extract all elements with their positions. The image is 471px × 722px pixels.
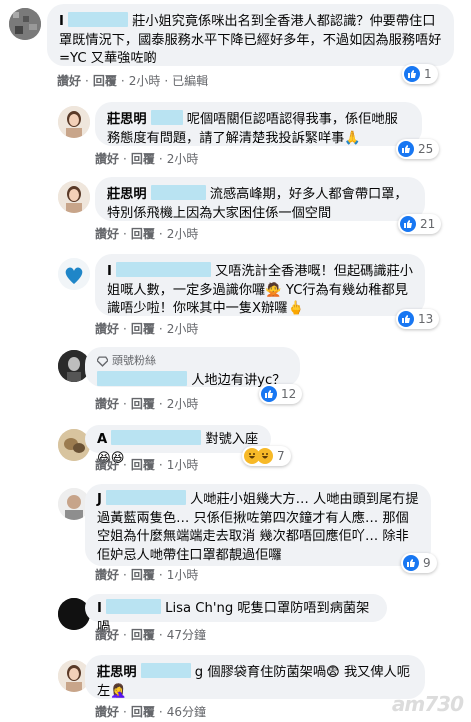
comment-actions: 讚好 · 回覆 · 1小時 bbox=[95, 458, 199, 472]
comment-actions: 讚好 · 回覆 · 47分鐘 bbox=[95, 628, 206, 642]
timestamp[interactable]: 1小時 bbox=[167, 568, 199, 582]
author-name[interactable]: J bbox=[97, 492, 102, 507]
timestamp[interactable]: 2小時 bbox=[167, 397, 199, 411]
comment-actions: 讚好 · 回覆 · 1小時 bbox=[95, 568, 199, 582]
author-name[interactable]: 莊思明 bbox=[107, 187, 147, 202]
reaction-count[interactable]: 21 bbox=[398, 214, 442, 234]
comment-bubble: 莊思明 流感高峰期，好多人都會帶口罩，特別係飛機上因為大家困住係一個空間 bbox=[95, 177, 425, 221]
haha-icon bbox=[257, 448, 273, 464]
like-button[interactable]: 讚好 bbox=[95, 322, 119, 336]
avatar[interactable] bbox=[9, 8, 41, 40]
like-icon bbox=[261, 386, 277, 402]
comment-bubble: I Lisa Ch'ng 呢隻口罩防唔到病菌架喎 bbox=[85, 594, 387, 635]
comment-bubble: 莊思明 g 個膠袋育住防菌架喎😨 我又俾人呃左🤦‍♀️ bbox=[85, 655, 425, 699]
reply-button[interactable]: 回覆 bbox=[131, 628, 155, 642]
author-name[interactable]: 莊思明 bbox=[107, 112, 147, 127]
reply-button[interactable]: 回覆 bbox=[131, 152, 155, 166]
reaction-count[interactable]: 9 bbox=[401, 553, 437, 573]
reply-button[interactable]: 回覆 bbox=[131, 227, 155, 241]
top-fan-badge: 頭號粉絲 bbox=[97, 352, 288, 371]
timestamp[interactable]: 1小時 bbox=[167, 458, 199, 472]
like-button[interactable]: 讚好 bbox=[95, 628, 119, 642]
reply-button[interactable]: 回覆 bbox=[131, 458, 155, 472]
reply-button[interactable]: 回覆 bbox=[131, 705, 155, 719]
comment-actions: 讚好 · 回覆 · 2小時 bbox=[95, 397, 199, 411]
timestamp[interactable]: 2小時 bbox=[129, 74, 161, 88]
timestamp[interactable]: 46分鐘 bbox=[167, 705, 206, 719]
like-icon bbox=[404, 66, 420, 82]
author-name[interactable]: I bbox=[97, 601, 102, 616]
reaction-count[interactable]: 12 bbox=[259, 384, 303, 404]
reply-button[interactable]: 回覆 bbox=[131, 322, 155, 336]
comment-bubble: J 人哋莊小姐幾大方… 人哋由頭到尾冇提過黃藍兩隻色… 只係佢揪咗第四次鐘才有人… bbox=[85, 484, 431, 566]
like-icon bbox=[398, 141, 414, 157]
reply-button[interactable]: 回覆 bbox=[131, 568, 155, 582]
comment-bubble: 頭號粉絲 人地边有讲yc？ bbox=[85, 347, 300, 388]
reaction-count[interactable]: 25 bbox=[396, 139, 440, 159]
like-button[interactable]: 讚好 bbox=[95, 152, 119, 166]
like-button[interactable]: 讚好 bbox=[95, 227, 119, 241]
like-icon bbox=[400, 216, 416, 232]
comment-bubble: I 莊小姐究竟係咪出名到全香港人都認識？仲要帶住口罩既情況下，國泰服務水平下降已… bbox=[47, 4, 454, 66]
reply-button[interactable]: 回覆 bbox=[93, 74, 117, 88]
watermark-logo: am730 bbox=[391, 692, 464, 716]
comment-actions: 讚好 · 回覆 · 2小時 bbox=[95, 322, 199, 336]
avatar[interactable] bbox=[58, 181, 90, 213]
author-name[interactable]: 莊思明 bbox=[97, 665, 137, 680]
comment-bubble: A 對號入座😆😆 bbox=[85, 425, 271, 466]
avatar[interactable] bbox=[58, 258, 90, 290]
like-icon bbox=[403, 555, 419, 571]
like-button[interactable]: 讚好 bbox=[95, 568, 119, 582]
comment-actions: 讚好 · 回覆 · 46分鐘 bbox=[95, 705, 206, 719]
comment-actions: 讚好 · 回覆 · 2小時 bbox=[95, 152, 199, 166]
reaction-count[interactable]: 13 bbox=[396, 309, 440, 329]
reply-button[interactable]: 回覆 bbox=[131, 397, 155, 411]
like-button[interactable]: 讚好 bbox=[57, 74, 81, 88]
author-name[interactable]: A bbox=[97, 432, 107, 447]
edited-label: 已編輯 bbox=[172, 74, 209, 88]
timestamp[interactable]: 2小時 bbox=[167, 227, 199, 241]
avatar[interactable] bbox=[58, 106, 90, 138]
timestamp[interactable]: 2小時 bbox=[167, 322, 199, 336]
comment-actions: 讚好 · 回覆 · 2小時 bbox=[95, 227, 199, 241]
like-icon bbox=[398, 311, 414, 327]
diamond-icon bbox=[97, 356, 108, 367]
like-button[interactable]: 讚好 bbox=[95, 705, 119, 719]
reaction-count[interactable]: 7 bbox=[242, 446, 291, 466]
like-button[interactable]: 讚好 bbox=[95, 397, 119, 411]
timestamp[interactable]: 47分鐘 bbox=[167, 628, 206, 642]
comment-actions: 讚好 · 回覆 · 2小時 · 已編輯 bbox=[57, 74, 209, 88]
author-name[interactable]: I bbox=[59, 14, 64, 29]
comment-bubble: 莊思明 呢個唔關佢認唔認得我事，係佢哋服務態度有問題，請了解清楚我投訴緊咩事🙏 bbox=[95, 102, 422, 146]
like-button[interactable]: 讚好 bbox=[95, 458, 119, 472]
timestamp[interactable]: 2小時 bbox=[167, 152, 199, 166]
comment-bubble: I 又唔洗計全香港嘅！但起碼識莊小姐嘅人數，一定多過識你囉🙅 YC行為有幾幼稚都… bbox=[95, 254, 425, 316]
reaction-count[interactable]: 1 bbox=[402, 64, 438, 84]
author-name[interactable]: I bbox=[107, 264, 112, 279]
